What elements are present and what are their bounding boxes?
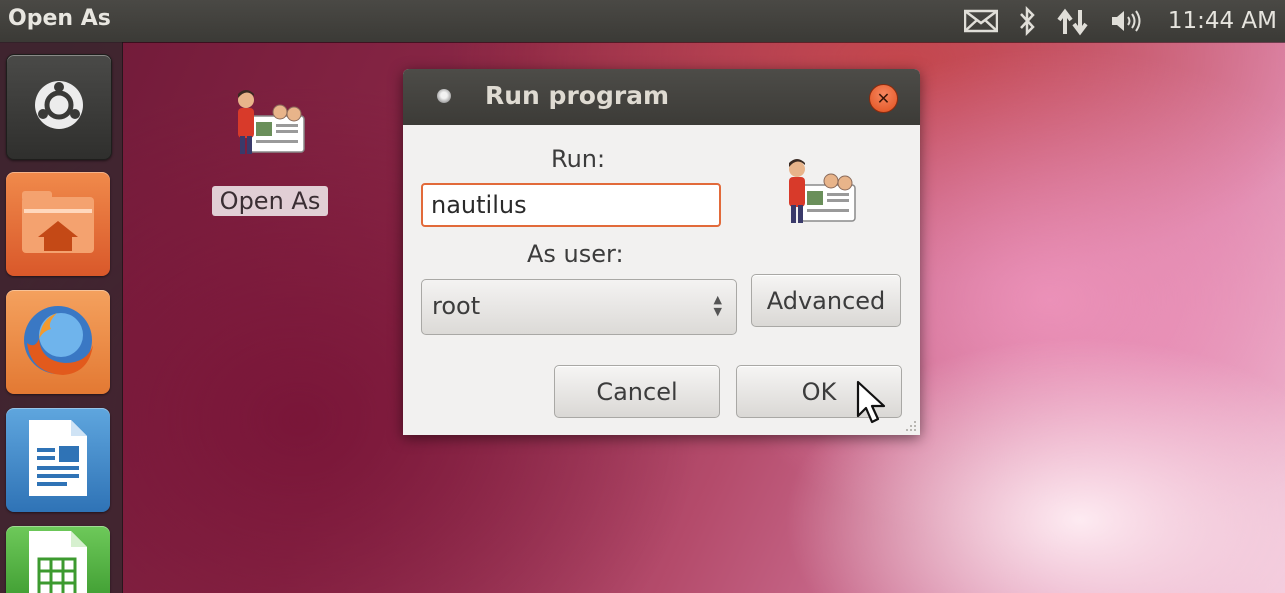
run-command-input[interactable] [421, 183, 721, 227]
launcher-item-firefox[interactable] [6, 290, 110, 394]
firefox-icon [17, 299, 99, 385]
dialog-title: Run program [485, 81, 670, 110]
user-select[interactable]: root ▲ ▼ [421, 279, 737, 335]
resize-grip-icon[interactable] [902, 417, 918, 433]
dialog-titlebar[interactable]: Run program ✕ [403, 69, 920, 125]
libreoffice-writer-icon [25, 418, 91, 502]
bluetooth-icon[interactable] [1018, 6, 1036, 36]
launcher-item-home-folder[interactable] [6, 172, 110, 276]
open-as-dialog-icon [783, 157, 859, 233]
launcher [0, 42, 123, 593]
desktop-icon-open-as[interactable]: Open As [210, 88, 330, 216]
advanced-button[interactable]: Advanced [751, 274, 901, 327]
indicator-area: 11:44 AM [963, 0, 1277, 42]
open-as-icon [210, 88, 330, 164]
user-select-value: root [432, 292, 481, 320]
network-icon[interactable] [1056, 6, 1090, 36]
launcher-item-calc[interactable] [6, 526, 110, 593]
home-folder-icon [18, 187, 98, 261]
mail-icon[interactable] [963, 9, 998, 33]
launcher-item-dash[interactable] [6, 54, 112, 160]
as-user-label: As user: [527, 240, 624, 268]
cancel-button[interactable]: Cancel [554, 365, 720, 418]
desktop-icon-label: Open As [211, 186, 329, 216]
dash-icon [33, 79, 85, 135]
top-panel: Open As 11:44 AM [0, 0, 1285, 42]
close-icon: ✕ [876, 89, 891, 108]
launcher-item-writer[interactable] [6, 408, 110, 512]
mouse-pointer-icon [856, 380, 888, 430]
clock[interactable]: 11:44 AM [1168, 8, 1277, 34]
run-program-dialog: Run program ✕ Run: As user: root ▲▼ Adva… [403, 69, 920, 435]
close-button[interactable]: ✕ [869, 84, 898, 113]
window-menu-icon[interactable] [437, 89, 451, 103]
libreoffice-calc-icon [25, 529, 91, 593]
app-title: Open As [8, 6, 111, 31]
volume-icon[interactable] [1110, 8, 1144, 34]
updown-arrows-icon: ▲ ▼ [713, 293, 722, 318]
run-label: Run: [551, 145, 606, 173]
